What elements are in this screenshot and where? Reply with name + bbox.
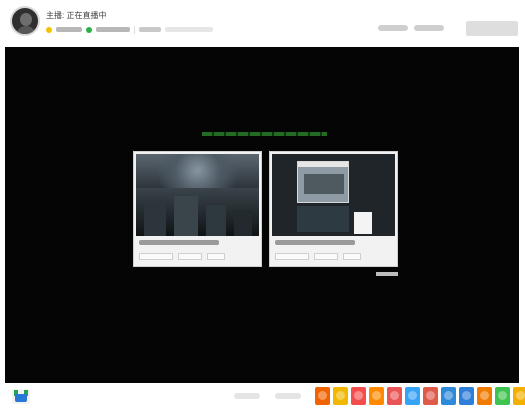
header-links: [378, 25, 444, 31]
video-thumbnail[interactable]: [272, 154, 395, 236]
level-icon: [46, 26, 52, 33]
header-action-button[interactable]: [466, 21, 518, 36]
app-icon[interactable]: [12, 389, 30, 404]
video-card[interactable]: [133, 151, 262, 267]
scene-shape: [144, 202, 166, 236]
video-card[interactable]: [269, 151, 398, 267]
video-card-action[interactable]: [207, 253, 225, 260]
meta-category[interactable]: [139, 27, 161, 32]
gift-icon[interactable]: [387, 387, 402, 405]
video-card-actions: [139, 253, 225, 260]
divider: [134, 25, 135, 34]
gift-icon[interactable]: [513, 387, 525, 405]
room-header: 主播: 正在直播中: [0, 0, 525, 44]
video-card-action[interactable]: [139, 253, 173, 260]
video-card-action[interactable]: [343, 253, 361, 260]
app-icon-head: [15, 394, 27, 402]
stage-title: [202, 132, 327, 136]
stage-more-link[interactable]: [376, 272, 398, 276]
gift-icon[interactable]: [369, 387, 384, 405]
gift-icon[interactable]: [351, 387, 366, 405]
video-thumbnail[interactable]: [136, 154, 259, 236]
video-card-action[interactable]: [314, 253, 338, 260]
meta-status: [96, 27, 130, 32]
thumbnail-panel: [297, 206, 349, 232]
gift-bar: [315, 387, 525, 405]
thumbnail-window: [297, 161, 349, 203]
host-title: 主播: 正在直播中: [46, 11, 107, 20]
bottom-tab[interactable]: [275, 393, 301, 399]
meta-extra: [165, 27, 213, 32]
scene-shape: [174, 196, 198, 236]
gift-icon[interactable]: [459, 387, 474, 405]
video-card-actions: [275, 253, 361, 260]
video-stage[interactable]: [5, 47, 519, 383]
meta-level: [56, 27, 82, 32]
scene-crowd: [136, 188, 259, 236]
thumbnail-window-bar: [298, 162, 348, 167]
header-link-2[interactable]: [414, 25, 444, 31]
bottom-toolbar: [0, 384, 525, 409]
header-link-1[interactable]: [378, 25, 408, 31]
live-status-icon: [86, 26, 92, 33]
gift-icon[interactable]: [405, 387, 420, 405]
video-card-label: [139, 240, 219, 245]
gift-icon[interactable]: [477, 387, 492, 405]
avatar-face: [20, 13, 32, 26]
scene-shape: [206, 205, 226, 236]
scene-shape: [234, 210, 252, 236]
avatar[interactable]: [10, 6, 40, 36]
thumbnail-paper: [354, 212, 372, 234]
thumbnail-window-content: [304, 174, 344, 194]
gift-icon[interactable]: [495, 387, 510, 405]
video-card-action[interactable]: [275, 253, 309, 260]
avatar-body: [16, 26, 36, 34]
host-meta: [46, 25, 213, 34]
gift-icon[interactable]: [441, 387, 456, 405]
video-card-action[interactable]: [178, 253, 202, 260]
gift-icon[interactable]: [423, 387, 438, 405]
video-card-label: [275, 240, 355, 245]
gift-icon[interactable]: [315, 387, 330, 405]
gift-icon[interactable]: [333, 387, 348, 405]
bottom-tab[interactable]: [234, 393, 260, 399]
